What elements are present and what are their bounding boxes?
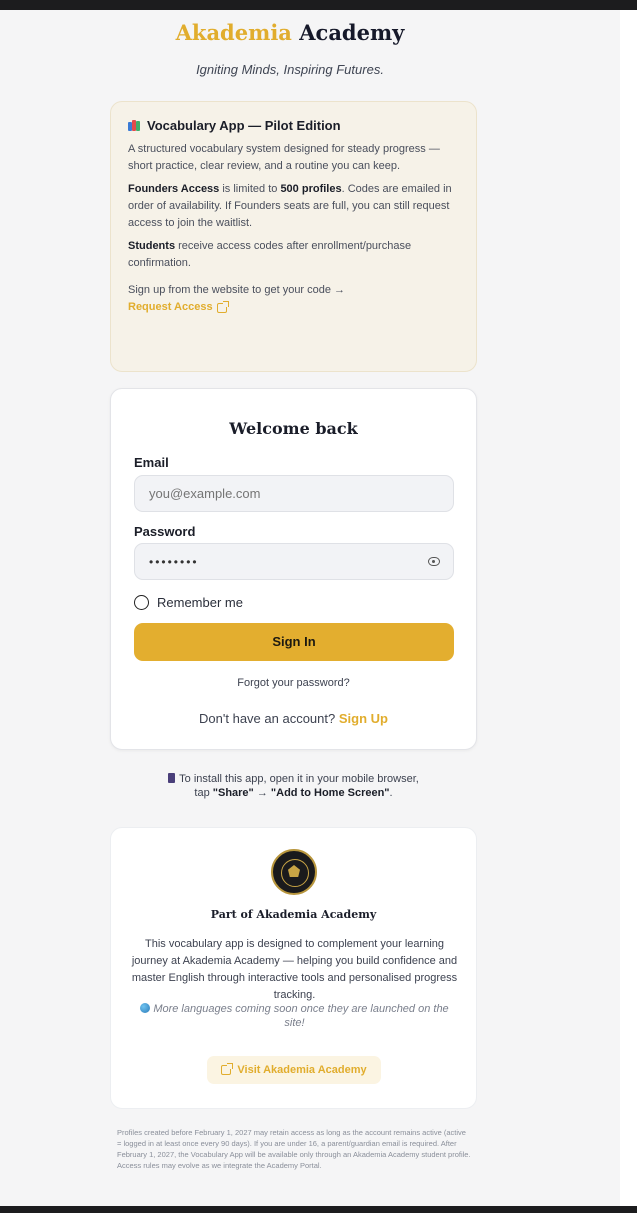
no-account-text: Don't have an account? [199,711,336,726]
external-link-icon [221,1063,234,1075]
window-top-bar [0,0,637,10]
login-heading: Welcome back [229,419,358,438]
coming-soon-text: More languages coming soon once they are… [153,1003,449,1029]
signup-hint: Sign up from the website to get your cod… [128,284,346,296]
academy-seal-logo [271,849,317,895]
visit-academy-label: Visit Akademia Academy [237,1064,367,1076]
mobile-phone-icon [168,773,176,783]
access-disclaimer: Profiles created before February 1, 2027… [117,1128,471,1170]
brand-primary: Akademia [175,20,292,45]
info-card-title-text: Vocabulary App — Pilot Edition [147,118,341,133]
info-card: Vocabulary App — Pilot Edition A structu… [110,101,477,372]
founders-bold: Founders Access [128,183,220,195]
install-line-1: To install this app, open it in your mob… [179,773,419,785]
tagline: Igniting Minds, Inspiring Futures. [196,62,384,77]
request-access-label: Request Access [128,301,213,313]
password-field[interactable]: •••••••• [134,543,454,580]
install-share: "Share" [212,787,254,799]
install-add-home: "Add to Home Screen" [270,787,390,799]
sign-up-link[interactable]: Sign Up [339,711,388,726]
password-label: Password [134,524,196,539]
external-link-icon [216,300,229,313]
remember-me-radio[interactable] [134,595,149,610]
login-card: Welcome back Email Password •••••••• Rem… [110,388,477,750]
globe-icon [140,1003,151,1013]
coming-soon-note: More languages coming soon once they are… [131,1002,458,1030]
info-card-title: Vocabulary App — Pilot Edition [128,118,460,133]
about-description: This vocabulary app is designed to compl… [131,938,458,1001]
forgot-password-link[interactable]: Forgot your password? [111,677,476,689]
founders-text-1: is limited to [219,183,281,195]
about-title: Part of Akademia Academy [210,908,377,921]
install-arrow: → [253,787,271,799]
email-label: Email [134,455,169,470]
show-password-eye-icon[interactable] [428,557,440,566]
request-access-link[interactable]: Request Access [128,299,229,316]
password-value: •••••••• [149,554,199,569]
brand-title: Akademia Academy [0,20,580,45]
books-icon [128,120,141,131]
brand-secondary: Academy [299,20,405,45]
email-field[interactable] [149,486,439,501]
signup-hint-paragraph: Sign up from the website to get your cod… [128,282,460,316]
remember-me[interactable]: Remember me [134,595,243,610]
visit-academy-button[interactable]: Visit Akademia Academy [207,1056,381,1084]
info-intro: A structured vocabulary system designed … [128,143,440,172]
about-card: Part of Akademia Academy This vocabulary… [110,827,477,1109]
window-bottom-bar [0,1206,637,1213]
students-bold: Students [128,240,176,252]
remember-me-label: Remember me [157,595,243,610]
right-edge-strip [620,10,637,1206]
students-paragraph: Students receive access codes after enro… [128,238,460,272]
install-instructions: To install this app, open it in your mob… [110,772,477,800]
install-line-2-post: . [389,787,393,799]
founders-paragraph: Founders Access is limited to 500 profil… [128,181,460,232]
founders-limit: 500 profiles [280,183,342,195]
email-field-wrapper [134,475,454,512]
install-line-2-pre: tap [194,787,213,799]
sign-in-button[interactable]: Sign In [134,623,454,661]
signup-prompt: Don't have an account? Sign Up [111,711,476,726]
